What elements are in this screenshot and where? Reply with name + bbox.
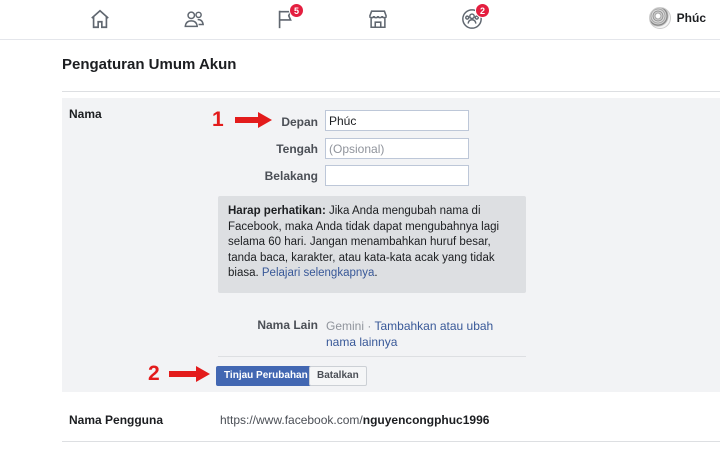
username-section-label: Nama Pengguna: [69, 413, 164, 427]
last-name-input[interactable]: [325, 165, 469, 186]
arrow-icon: [169, 366, 210, 382]
pages-notification-badge: 5: [289, 3, 304, 18]
groups-notification-badge: 2: [475, 3, 490, 18]
notice-heading: Harap perhatikan:: [228, 205, 326, 217]
other-name: Gemini: [326, 319, 365, 333]
divider: [62, 441, 720, 442]
page-title: Pengaturan Umum Akun: [62, 56, 237, 73]
first-name-input[interactable]: [325, 110, 469, 131]
username: nguyencongphuc1996: [362, 413, 490, 427]
arrow-icon: [235, 112, 272, 128]
separator: ·: [364, 319, 375, 333]
name-section-label: Nama: [69, 107, 102, 121]
groups-icon[interactable]: 2: [458, 3, 490, 32]
marketplace-icon[interactable]: [364, 6, 392, 32]
notice-end: .: [374, 267, 378, 280]
cancel-button[interactable]: Batalkan: [309, 366, 367, 386]
divider: [62, 91, 720, 92]
profile-name: Phúc: [676, 11, 706, 25]
divider: [218, 356, 526, 357]
friends-icon[interactable]: [180, 6, 208, 32]
url-prefix: https://www.facebook.com/: [220, 413, 363, 427]
review-changes-button[interactable]: Tinjau Perubahan: [216, 366, 316, 386]
annotation-step-1: 1: [212, 108, 224, 131]
flag-icon[interactable]: 5: [272, 3, 304, 32]
profile-button[interactable]: Phúc: [648, 6, 706, 30]
top-navigation-bar: 5 2 Phúc: [0, 0, 720, 40]
middle-name-input[interactable]: [325, 138, 469, 159]
home-icon[interactable]: [86, 6, 114, 32]
name-change-notice: Harap perhatikan: Jika Anda mengubah nam…: [218, 196, 526, 293]
username-url: https://www.facebook.com/nguyencongphuc1…: [220, 413, 489, 427]
other-names-value: Gemini · Tambahkan atau ubah nama lainny…: [326, 318, 526, 350]
annotation-step-2: 2: [148, 362, 160, 385]
middle-name-label: Tengah: [276, 142, 318, 156]
last-name-label: Belakang: [264, 169, 318, 183]
avatar: [648, 7, 671, 29]
learn-more-link[interactable]: Pelajari selengkapnya: [262, 267, 375, 279]
other-names-label: Nama Lain: [257, 318, 318, 332]
